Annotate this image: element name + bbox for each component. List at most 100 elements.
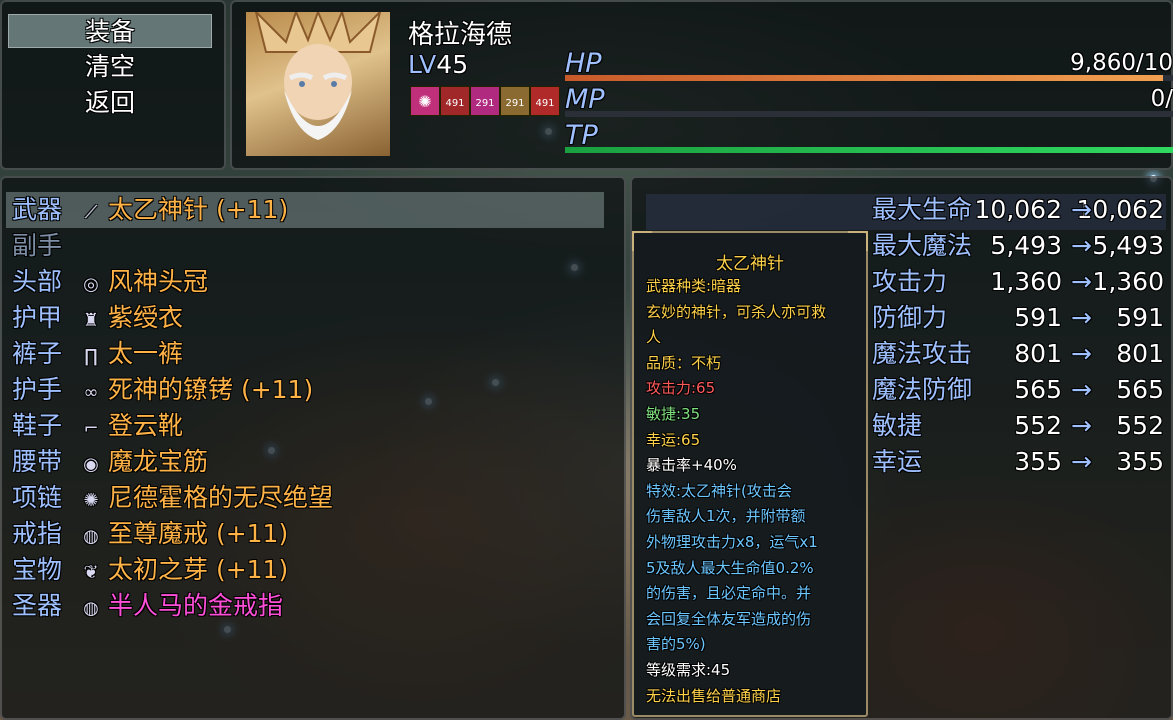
stat-new: 565 bbox=[1116, 375, 1164, 404]
equip-slot-label: 腰带 bbox=[12, 447, 63, 476]
equip-slot-row[interactable]: 裤子 ∏ 太一裤 bbox=[12, 336, 610, 372]
equip-slot-label: 宝物 bbox=[12, 555, 63, 584]
sprout-icon: ❦ bbox=[83, 562, 99, 583]
tooltip-line: 特效:太乙神针(攻击会 bbox=[646, 481, 792, 500]
equip-slot-row[interactable]: 护手 ∞ 死神的镣铐 (+11) bbox=[12, 372, 610, 408]
arrow-icon: → bbox=[1071, 411, 1092, 440]
belt-icon: ◉ bbox=[83, 454, 99, 475]
stat-new: 5,493 bbox=[1092, 231, 1164, 260]
equip-slot-row[interactable]: 宝物 ❦ 太初之芽 (+11) bbox=[12, 552, 610, 588]
stat-current: 1,360 bbox=[990, 267, 1062, 296]
command-clear[interactable]: 清空 bbox=[8, 50, 212, 84]
tooltip-line: 玄妙的神针，可杀人亦可救 bbox=[646, 302, 827, 321]
state-icon-sword: 491 bbox=[530, 86, 560, 116]
equip-slot-row[interactable]: 护甲 ♜ 紫绶衣 bbox=[12, 300, 610, 336]
actor-name: 格拉海德 bbox=[408, 20, 513, 50]
stat-label: 魔法攻击 bbox=[872, 339, 973, 368]
equip-item-name: 登云靴 bbox=[108, 411, 184, 440]
tooltip-line: 害的5%) bbox=[646, 635, 706, 654]
equip-item-name: 太乙神针 (+11) bbox=[108, 195, 289, 224]
equip-item-name: 紫绶衣 bbox=[108, 303, 184, 332]
item-tooltip: 太乙神针 武器种类:暗器 玄妙的神针，可杀人亦可救人品质：不朽 攻击力:65 敏捷:3… bbox=[632, 231, 868, 717]
tooltip-line: 攻击力:65 bbox=[646, 379, 716, 398]
arrow-icon: → bbox=[1071, 231, 1092, 260]
equip-slot-row[interactable]: 项链 ✺ 尼德霍格的无尽绝望 bbox=[12, 480, 610, 516]
character-portrait bbox=[246, 12, 390, 156]
equip-item-name: 死神的镣铐 (+11) bbox=[108, 375, 314, 404]
command-window: 装备 清空 返回 bbox=[0, 0, 226, 170]
stat-current: 355 bbox=[1014, 447, 1062, 476]
tooltip-line: 伤害敌人1次，并附带额 bbox=[646, 507, 806, 526]
equip-slot-label: 戒指 bbox=[12, 519, 63, 548]
equip-slot-label: 护手 bbox=[12, 375, 63, 404]
level-value: 45 bbox=[436, 50, 469, 79]
equip-slot-row[interactable]: 副手 bbox=[12, 228, 610, 264]
state-icon-shield: 291 bbox=[500, 86, 530, 116]
arrow-icon: → bbox=[1071, 375, 1092, 404]
stat-current: 5,493 bbox=[990, 231, 1062, 260]
equip-slot-label: 圣器 bbox=[12, 591, 63, 620]
stat-row: 魔法防御 565 565 → bbox=[872, 372, 1168, 408]
stat-new: 1,360 bbox=[1092, 267, 1164, 296]
tooltip-line: 无法出售给普通商店 bbox=[646, 686, 782, 705]
stat-label: 最大魔法 bbox=[872, 231, 973, 260]
tooltip-corner bbox=[848, 231, 868, 251]
pants-icon: ∏ bbox=[84, 346, 98, 367]
stat-new: 552 bbox=[1116, 411, 1164, 440]
stat-label: 最大生命 bbox=[872, 195, 973, 224]
stat-row: 防御力 591 591 → bbox=[872, 300, 1168, 336]
ring-icon: ◍ bbox=[83, 526, 99, 547]
equip-slot-label: 副手 bbox=[12, 231, 63, 260]
stat-new: 355 bbox=[1116, 447, 1164, 476]
stat-row: 魔法攻击 801 801 → bbox=[872, 336, 1168, 372]
stat-row: 幸运 355 355 → bbox=[872, 444, 1168, 480]
tooltip-line: 等级需求:45 bbox=[646, 661, 731, 679]
arrow-icon: → bbox=[1071, 195, 1092, 224]
stat-current: 801 bbox=[1014, 339, 1062, 368]
equip-slot-label: 头部 bbox=[12, 267, 63, 296]
equip-slot-row[interactable]: 鞋子 ⌐ 登云靴 bbox=[12, 408, 610, 444]
tooltip-corner bbox=[632, 231, 652, 251]
tooltip-line: 品质：不朽 bbox=[646, 353, 722, 372]
equip-item-name: 风神头冠 bbox=[108, 267, 209, 296]
equip-slot-row[interactable]: 腰带 ◉ 魔龙宝筋 bbox=[12, 444, 610, 480]
equip-slot-label: 鞋子 bbox=[12, 411, 63, 440]
stat-label: 幸运 bbox=[872, 447, 923, 476]
stat-row: 最大魔法 5,493 5,493 → bbox=[872, 228, 1168, 264]
equip-item-name: 太一裤 bbox=[108, 339, 184, 368]
stat-new: 591 bbox=[1116, 303, 1164, 332]
equip-slot-row[interactable]: 戒指 ◍ 至尊魔戒 (+11) bbox=[12, 516, 610, 552]
tooltip-line: 外物理攻击力x8，运气x1 bbox=[646, 533, 818, 551]
robe-icon: ♜ bbox=[82, 310, 100, 331]
equip-item-name: 魔龙宝筋 bbox=[108, 447, 209, 476]
tooltip-line: 武器种类:暗器 bbox=[646, 277, 742, 295]
stat-current: 552 bbox=[1014, 411, 1062, 440]
tooltip-title: 太乙神针 bbox=[716, 254, 784, 274]
equip-item-name: 半人马的金戒指 bbox=[108, 591, 284, 620]
necklace-icon: ✺ bbox=[83, 490, 99, 511]
stat-label: 攻击力 bbox=[872, 267, 948, 296]
equip-slot-row[interactable]: 圣器 ◍ 半人马的金戒指 bbox=[12, 588, 610, 624]
tooltip-line: 幸运:65 bbox=[646, 430, 701, 449]
state-icon-buff: ✺ bbox=[410, 86, 440, 116]
tooltip-line: 会回复全体友军造成的伤 bbox=[646, 609, 812, 628]
command-equip[interactable]: 装备 bbox=[8, 14, 212, 48]
stat-row: 攻击力 1,360 1,360 → bbox=[872, 264, 1168, 300]
stat-current: 565 bbox=[1014, 375, 1062, 404]
gold-ring-icon: ◍ bbox=[83, 598, 99, 619]
stat-current: 591 bbox=[1014, 303, 1062, 332]
arrow-icon: → bbox=[1071, 447, 1092, 476]
equip-slot-label: 护甲 bbox=[12, 303, 63, 332]
actor-level: LV45 bbox=[408, 50, 468, 79]
equip-item-name: 太初之芽 (+11) bbox=[108, 555, 289, 584]
tooltip-line: 的伤害，且必定命中。并 bbox=[646, 584, 812, 603]
tp-gauge bbox=[565, 147, 1173, 153]
equip-slot-row[interactable]: 头部 ◎ 风神头冠 bbox=[12, 264, 610, 300]
command-back[interactable]: 返回 bbox=[8, 86, 212, 120]
equip-slot-row[interactable]: 武器 ⟋ 太乙神针 (+11) bbox=[6, 192, 604, 228]
tooltip-line: 人 bbox=[646, 328, 662, 347]
arrow-icon: → bbox=[1071, 339, 1092, 368]
equip-slot-label: 裤子 bbox=[12, 339, 63, 368]
circlet-icon: ◎ bbox=[83, 274, 99, 295]
state-icon-fire: 491 bbox=[440, 86, 470, 116]
